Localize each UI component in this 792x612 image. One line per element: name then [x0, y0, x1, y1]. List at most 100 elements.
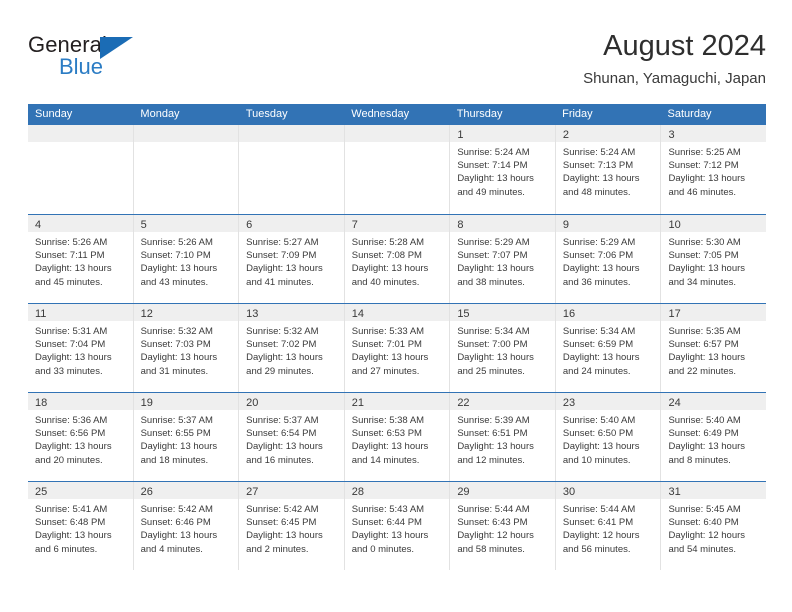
day-cell[interactable]: 29 Sunrise: 5:44 AM Sunset: 6:43 PM Dayligh…	[450, 482, 556, 570]
day-cell[interactable]: 21 Sunrise: 5:38 AM Sunset: 6:53 PM Dayligh…	[344, 393, 451, 481]
day-details: Sunrise: 5:37 AM Sunset: 6:54 PM Daylight:…	[239, 410, 344, 467]
sunset-text: Sunset: 6:48 PM	[35, 517, 106, 529]
daylight-text-line1: Daylight: 13 hours	[562, 352, 640, 364]
weekday-header-sunday: Sunday	[35, 108, 73, 120]
day-cell[interactable]: 17 Sunrise: 5:35 AM Sunset: 6:57 PM Dayligh…	[661, 304, 767, 392]
daylight-text-line1: Daylight: 13 hours	[457, 173, 534, 185]
day-cell[interactable]: 23 Sunrise: 5:40 AM Sunset: 6:50 PM Dayligh…	[555, 393, 662, 481]
daylight-text-line2: and 0 minutes.	[351, 543, 415, 555]
day-details: Sunrise: 5:34 AM Sunset: 7:00 PM Daylight:…	[450, 321, 555, 378]
general-blue-logo[interactable]: General Blue	[28, 32, 148, 84]
weekday-header-thursday: Thursday	[456, 108, 503, 120]
page-title: August 2024	[603, 30, 766, 62]
day-cell[interactable]: 10 Sunrise: 5:30 AM Sunset: 7:05 PM Dayligh…	[661, 215, 767, 303]
day-details: Sunrise: 5:28 AM Sunset: 7:08 PM Daylight:…	[345, 232, 450, 289]
day-cell[interactable]: 20 Sunrise: 5:37 AM Sunset: 6:54 PM Dayligh…	[239, 393, 345, 481]
sunrise-text: Sunrise: 5:37 AM	[140, 415, 213, 426]
daylight-text-line1: Daylight: 13 hours	[35, 263, 112, 275]
day-cell[interactable]: 25 Sunrise: 5:41 AM Sunset: 6:48 PM Dayligh…	[28, 482, 134, 570]
day-cell[interactable]: 3 Sunrise: 5:25 AM Sunset: 7:12 PM Daylight…	[661, 125, 767, 214]
day-cell[interactable]: 30 Sunrise: 5:44 AM Sunset: 6:41 PM Dayligh…	[555, 482, 662, 570]
sunset-text: Sunset: 6:54 PM	[246, 428, 317, 440]
day-cell[interactable]: 8 Sunrise: 5:29 AM Sunset: 7:07 PM Daylight…	[450, 215, 556, 303]
day-details: Sunrise: 5:43 AM Sunset: 6:44 PM Daylight:…	[345, 499, 450, 556]
day-cell[interactable]: 4 Sunrise: 5:26 AM Sunset: 7:11 PM Daylight…	[28, 215, 134, 303]
day-cell[interactable]: 7 Sunrise: 5:28 AM Sunset: 7:08 PM Daylight…	[344, 215, 451, 303]
daylight-text-line2: and 24 minutes.	[562, 365, 631, 377]
sunrise-text: Sunrise: 5:34 AM	[457, 326, 530, 337]
daylight-text-line2: and 4 minutes.	[140, 543, 203, 555]
day-cell[interactable]: 12 Sunrise: 5:32 AM Sunset: 7:03 PM Dayligh…	[133, 304, 240, 392]
daylight-text-line1: Daylight: 13 hours	[35, 352, 112, 364]
weekday-header-wednesday: Wednesday	[351, 108, 410, 120]
day-cell[interactable]: 16 Sunrise: 5:34 AM Sunset: 6:59 PM Dayligh…	[555, 304, 662, 392]
page-header: General Blue August 2024 Shunan, Yamaguc…	[28, 28, 766, 96]
daylight-text-line1: Daylight: 12 hours	[457, 530, 534, 542]
sunset-text: Sunset: 7:14 PM	[457, 160, 528, 172]
sunset-text: Sunset: 7:08 PM	[351, 250, 422, 262]
day-cell[interactable]: 6 Sunrise: 5:27 AM Sunset: 7:09 PM Daylight…	[239, 215, 345, 303]
sunrise-text: Sunrise: 5:30 AM	[668, 237, 741, 248]
day-details: Sunrise: 5:40 AM Sunset: 6:49 PM Daylight:…	[661, 410, 766, 467]
daylight-text-line1: Daylight: 13 hours	[246, 441, 323, 453]
day-details: Sunrise: 5:26 AM Sunset: 7:11 PM Daylight:…	[28, 232, 133, 289]
sunrise-text: Sunrise: 5:29 AM	[562, 237, 636, 248]
daylight-text-line2: and 20 minutes.	[35, 454, 103, 466]
day-details: Sunrise: 5:32 AM Sunset: 7:02 PM Daylight:…	[239, 321, 344, 378]
day-number-strip	[28, 125, 133, 142]
sunset-text: Sunset: 6:53 PM	[351, 428, 422, 440]
day-number-strip: 14	[344, 304, 450, 321]
daylight-text-line1: Daylight: 13 hours	[351, 263, 429, 275]
day-cell[interactable]: 13 Sunrise: 5:32 AM Sunset: 7:02 PM Dayligh…	[239, 304, 345, 392]
day-number-strip: 9	[555, 215, 661, 232]
day-cell[interactable]: 26 Sunrise: 5:42 AM Sunset: 6:46 PM Dayligh…	[133, 482, 240, 570]
sunset-text: Sunset: 7:01 PM	[351, 339, 422, 351]
day-number: 4	[35, 219, 42, 231]
calendar-page: General Blue August 2024 Shunan, Yamaguc…	[0, 0, 792, 612]
day-number: 16	[562, 308, 576, 320]
sunrise-text: Sunrise: 5:25 AM	[668, 147, 741, 158]
day-cell[interactable]: 24 Sunrise: 5:40 AM Sunset: 6:49 PM Dayligh…	[661, 393, 767, 481]
day-cell[interactable]: 5 Sunrise: 5:26 AM Sunset: 7:10 PM Daylight…	[133, 215, 240, 303]
day-cell[interactable]: 18 Sunrise: 5:36 AM Sunset: 6:56 PM Dayligh…	[28, 393, 134, 481]
day-details: Sunrise: 5:35 AM Sunset: 6:57 PM Daylight:…	[661, 321, 766, 378]
day-cell[interactable]: 9 Sunrise: 5:29 AM Sunset: 7:06 PM Daylight…	[555, 215, 662, 303]
day-cell[interactable]: 15 Sunrise: 5:34 AM Sunset: 7:00 PM Dayligh…	[450, 304, 556, 392]
daylight-text-line2: and 36 minutes.	[562, 276, 631, 288]
daylight-text-line2: and 12 minutes.	[457, 454, 525, 466]
daylight-text-line2: and 56 minutes.	[562, 543, 631, 555]
daylight-text-line1: Daylight: 13 hours	[562, 173, 640, 185]
day-cell[interactable]: 22 Sunrise: 5:39 AM Sunset: 6:51 PM Dayligh…	[450, 393, 556, 481]
day-number: 25	[35, 486, 48, 498]
day-number-strip: 27	[239, 482, 344, 499]
title-block: August 2024 Shunan, Yamaguchi, Japan	[583, 28, 766, 90]
sunrise-text: Sunrise: 5:36 AM	[35, 415, 108, 426]
daylight-text-line1: Daylight: 13 hours	[457, 352, 534, 364]
day-number-strip: 13	[239, 304, 344, 321]
day-cell[interactable]: 11 Sunrise: 5:31 AM Sunset: 7:04 PM Dayligh…	[28, 304, 134, 392]
day-cell[interactable]: 27 Sunrise: 5:42 AM Sunset: 6:45 PM Dayligh…	[239, 482, 345, 570]
daylight-text-line1: Daylight: 13 hours	[246, 352, 323, 364]
day-number-strip: 22	[450, 393, 555, 410]
day-cell[interactable]: 14 Sunrise: 5:33 AM Sunset: 7:01 PM Dayligh…	[344, 304, 451, 392]
daylight-text-line2: and 16 minutes.	[246, 454, 314, 466]
daylight-text-line2: and 22 minutes.	[668, 365, 737, 377]
day-cell[interactable]: 2 Sunrise: 5:24 AM Sunset: 7:13 PM Daylight…	[555, 125, 662, 214]
day-cell[interactable]: 28 Sunrise: 5:43 AM Sunset: 6:44 PM Dayligh…	[344, 482, 451, 570]
day-cell[interactable]: 19 Sunrise: 5:37 AM Sunset: 6:55 PM Dayligh…	[133, 393, 240, 481]
daylight-text-line2: and 43 minutes.	[140, 276, 209, 288]
sunrise-text: Sunrise: 5:44 AM	[457, 504, 530, 515]
day-details: Sunrise: 5:44 AM Sunset: 6:41 PM Daylight:…	[556, 499, 661, 556]
daylight-text-line1: Daylight: 13 hours	[351, 441, 429, 453]
day-details: Sunrise: 5:24 AM Sunset: 7:13 PM Daylight:…	[556, 142, 661, 199]
day-cell[interactable]: 1 Sunrise: 5:24 AM Sunset: 7:14 PM Daylight…	[450, 125, 556, 214]
day-number: 5	[140, 219, 147, 231]
calendar-week-row: 11 Sunrise: 5:31 AM Sunset: 7:04 PM Dayligh…	[28, 303, 767, 392]
daylight-text-line2: and 40 minutes.	[351, 276, 420, 288]
sunrise-text: Sunrise: 5:40 AM	[562, 415, 636, 426]
day-cell[interactable]: 31 Sunrise: 5:45 AM Sunset: 6:40 PM Dayligh…	[661, 482, 767, 570]
day-details: Sunrise: 5:29 AM Sunset: 7:07 PM Daylight:…	[450, 232, 555, 289]
day-number: 13	[246, 308, 259, 320]
day-number-strip: 3	[661, 125, 767, 142]
daylight-text-line1: Daylight: 13 hours	[351, 530, 429, 542]
